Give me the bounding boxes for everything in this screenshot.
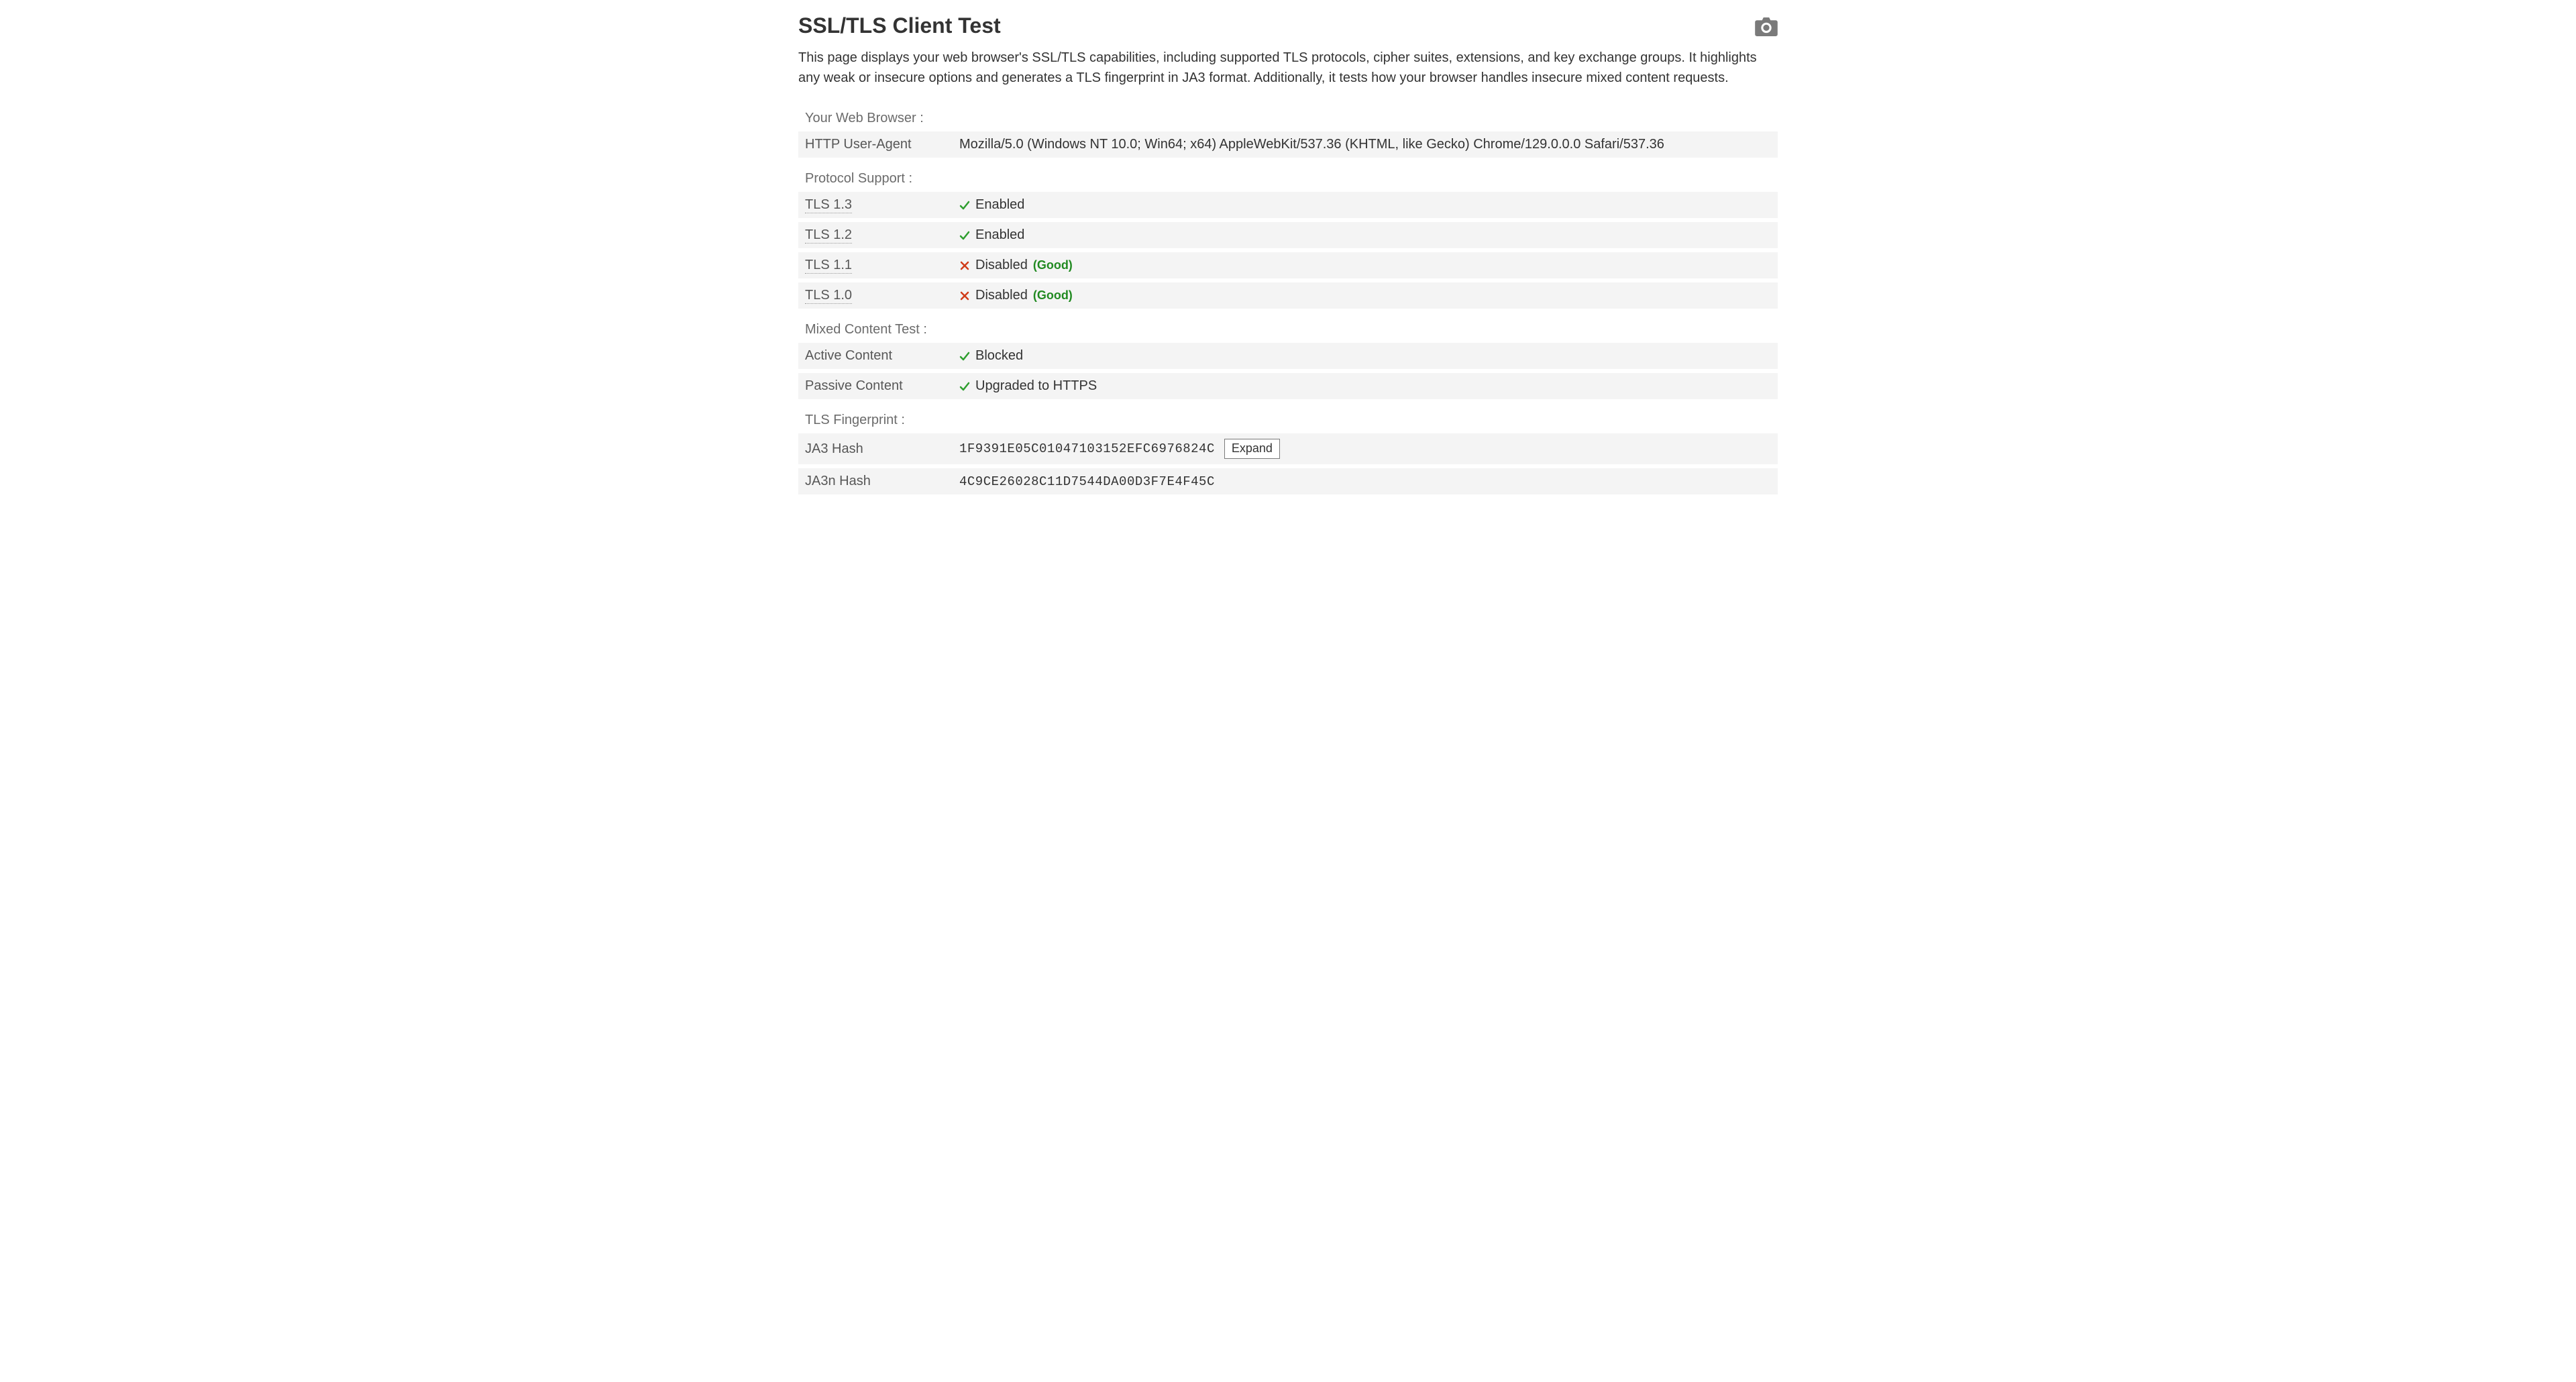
row-value: Mozilla/5.0 (Windows NT 10.0; Win64; x64… bbox=[953, 131, 1778, 158]
section-mixed: Mixed Content Test : Active Content Bloc… bbox=[798, 318, 1778, 399]
row-value: 1F9391E05C01047103152EFC6976824C bbox=[959, 441, 1215, 456]
section-title-browser: Your Web Browser : bbox=[798, 107, 1778, 131]
camera-icon[interactable] bbox=[1755, 17, 1778, 36]
table-row: JA3n Hash 4C9CE26028C11D7544DA00D3F7E4F4… bbox=[798, 466, 1778, 494]
row-key[interactable]: TLS 1.2 bbox=[805, 227, 852, 244]
table-row: JA3 Hash 1F9391E05C01047103152EFC6976824… bbox=[798, 433, 1778, 466]
row-key: Passive Content bbox=[798, 371, 953, 399]
row-key[interactable]: TLS 1.0 bbox=[805, 288, 852, 304]
table-row: TLS 1.0 Disabled (Good) bbox=[798, 280, 1778, 309]
row-note: (Good) bbox=[1033, 288, 1073, 303]
page-title: SSL/TLS Client Test bbox=[798, 13, 1001, 38]
section-browser: Your Web Browser : HTTP User-Agent Mozil… bbox=[798, 107, 1778, 158]
table-row: TLS 1.1 Disabled (Good) bbox=[798, 250, 1778, 280]
row-value: Enabled bbox=[975, 227, 1024, 243]
fingerprint-table: JA3 Hash 1F9391E05C01047103152EFC6976824… bbox=[798, 433, 1778, 494]
section-title-protocol: Protocol Support : bbox=[798, 167, 1778, 192]
check-icon bbox=[959, 351, 970, 362]
check-icon bbox=[959, 200, 970, 211]
section-title-mixed: Mixed Content Test : bbox=[798, 318, 1778, 343]
section-fingerprint: TLS Fingerprint : JA3 Hash 1F9391E05C010… bbox=[798, 409, 1778, 494]
cross-icon bbox=[959, 260, 970, 271]
protocol-table: TLS 1.3 Enabled TLS 1.2 Enabled bbox=[798, 192, 1778, 309]
table-row: TLS 1.2 Enabled bbox=[798, 220, 1778, 250]
table-row: HTTP User-Agent Mozilla/5.0 (Windows NT … bbox=[798, 131, 1778, 158]
row-note: (Good) bbox=[1033, 258, 1073, 272]
row-key: JA3 Hash bbox=[798, 433, 953, 466]
expand-button[interactable]: Expand bbox=[1224, 439, 1280, 459]
row-value: Disabled bbox=[975, 288, 1028, 303]
table-row: Active Content Blocked bbox=[798, 343, 1778, 371]
check-icon bbox=[959, 381, 970, 392]
cross-icon bbox=[959, 290, 970, 301]
table-row: Passive Content Upgraded to HTTPS bbox=[798, 371, 1778, 399]
row-value: Blocked bbox=[975, 348, 1023, 364]
mixed-table: Active Content Blocked Passive Content U… bbox=[798, 343, 1778, 399]
row-value: Upgraded to HTTPS bbox=[975, 378, 1097, 394]
row-key[interactable]: TLS 1.3 bbox=[805, 197, 852, 213]
row-key[interactable]: TLS 1.1 bbox=[805, 258, 852, 274]
page-header: SSL/TLS Client Test bbox=[798, 13, 1778, 38]
intro-text: This page displays your web browser's SS… bbox=[798, 48, 1778, 88]
row-key: HTTP User-Agent bbox=[798, 131, 953, 158]
row-value: Disabled bbox=[975, 258, 1028, 273]
section-protocol: Protocol Support : TLS 1.3 Enabled TLS 1… bbox=[798, 167, 1778, 309]
row-value: 4C9CE26028C11D7544DA00D3F7E4F45C bbox=[959, 474, 1215, 489]
section-title-fingerprint: TLS Fingerprint : bbox=[798, 409, 1778, 433]
row-key: JA3n Hash bbox=[798, 466, 953, 494]
table-row: TLS 1.3 Enabled bbox=[798, 192, 1778, 220]
row-key: Active Content bbox=[798, 343, 953, 371]
browser-table: HTTP User-Agent Mozilla/5.0 (Windows NT … bbox=[798, 131, 1778, 158]
row-value: Enabled bbox=[975, 197, 1024, 213]
check-icon bbox=[959, 230, 970, 241]
